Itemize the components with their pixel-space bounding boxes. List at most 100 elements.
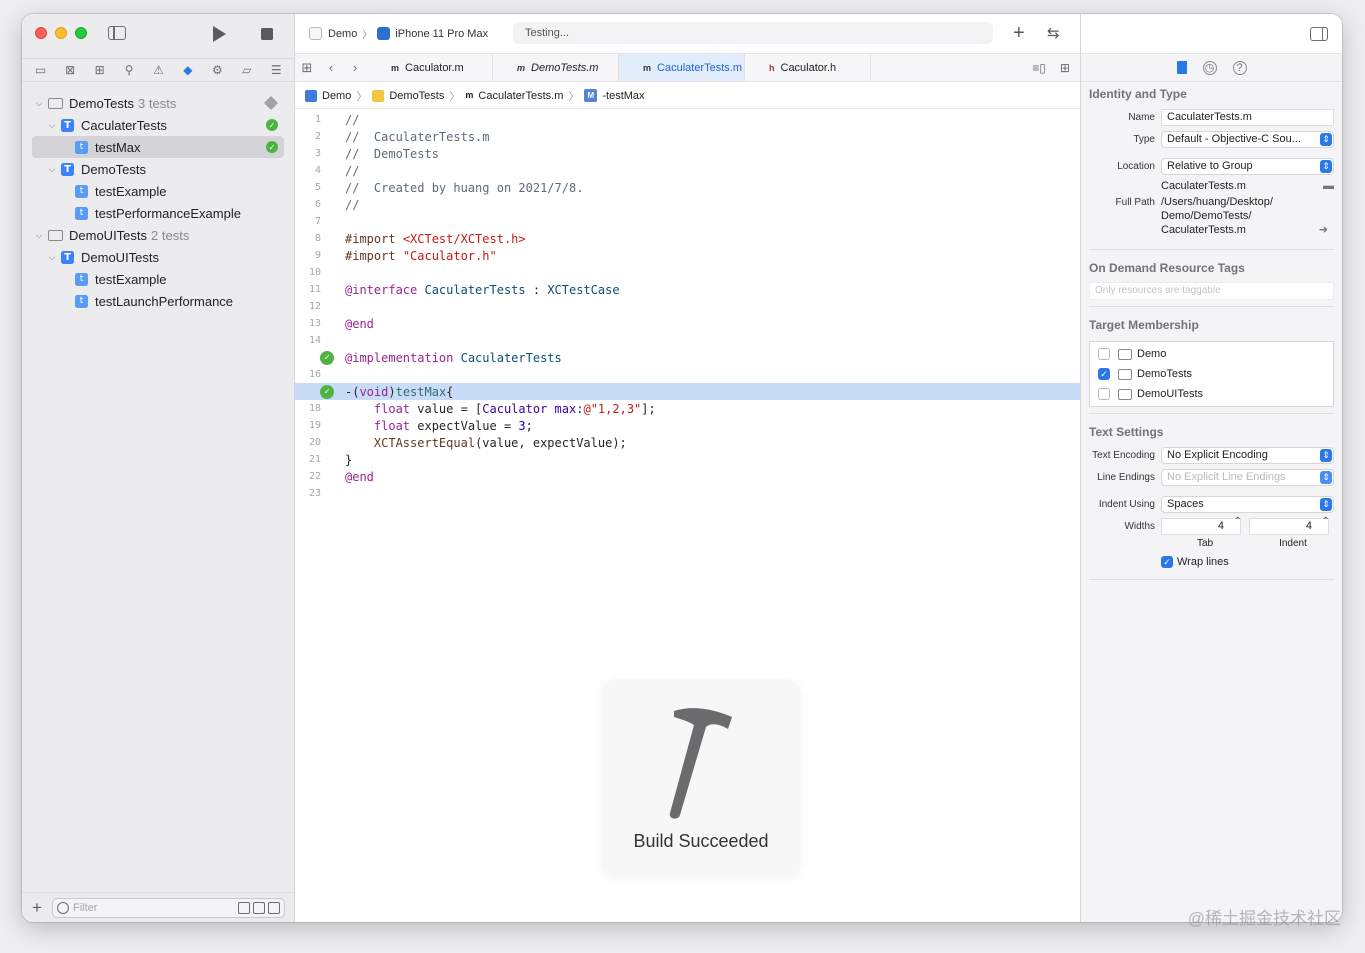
odr-section-title: On Demand Resource Tags bbox=[1089, 261, 1245, 275]
location-popup[interactable]: Relative to Group bbox=[1161, 157, 1334, 175]
code-line[interactable]: 17✓-(void)testMax{ bbox=[295, 383, 1080, 400]
project-navigator-icon[interactable]: ▭ bbox=[31, 60, 51, 80]
test-tree-row[interactable]: ⌵ T DemoUITests bbox=[32, 246, 284, 268]
test-tree-row[interactable]: ⌵ DemoUITests 2 tests bbox=[32, 224, 284, 246]
inspector-toggle-icon[interactable] bbox=[1310, 27, 1328, 41]
jump-project[interactable]: Demo bbox=[322, 90, 351, 102]
back-chevron-icon[interactable]: ‹ bbox=[319, 54, 343, 81]
test-tree-row[interactable]: t testPerformanceExample bbox=[32, 202, 284, 224]
stop-button[interactable] bbox=[261, 28, 273, 40]
test-passed-icon[interactable]: ✓ bbox=[266, 119, 278, 131]
jump-symbol[interactable]: -testMax bbox=[602, 90, 644, 102]
file-inspector-icon[interactable] bbox=[1176, 61, 1187, 74]
run-tests-diamond-icon[interactable] bbox=[263, 95, 279, 111]
indent-popup[interactable]: Spaces bbox=[1161, 495, 1334, 513]
test-passed-gutter-icon[interactable]: ✓ bbox=[320, 350, 334, 365]
sidebar-toggle-icon[interactable] bbox=[108, 26, 126, 40]
debug-navigator-icon[interactable]: ⚙ bbox=[207, 60, 227, 80]
forward-chevron-icon[interactable]: › bbox=[343, 54, 367, 81]
jump-group[interactable]: DemoTests bbox=[389, 90, 444, 102]
editor-options-icon[interactable]: ≡▯ bbox=[1032, 61, 1046, 75]
code-line[interactable]: 13 @end bbox=[295, 315, 1080, 332]
code-line[interactable]: 16 bbox=[295, 366, 1080, 383]
code-line[interactable]: 5 // Created by huang on 2021/7/8. bbox=[295, 179, 1080, 196]
zoom-button[interactable] bbox=[75, 27, 87, 39]
reveal-arrow-icon[interactable]: ➜ bbox=[1319, 223, 1328, 237]
filter-skipped-icon[interactable] bbox=[268, 901, 280, 914]
add-icon[interactable]: + bbox=[32, 898, 46, 918]
test-passed-gutter-icon[interactable]: ✓ bbox=[320, 384, 334, 399]
code-line[interactable]: 9 #import "Caculator.h" bbox=[295, 247, 1080, 264]
code-line[interactable]: 21} bbox=[295, 451, 1080, 468]
code-line[interactable]: 23 bbox=[295, 485, 1080, 502]
test-tree-row[interactable]: t testExample bbox=[32, 180, 284, 202]
issue-navigator-icon[interactable]: ⚠ bbox=[148, 60, 168, 80]
jump-file[interactable]: CaculaterTests.m bbox=[478, 90, 563, 102]
filter-field[interactable]: Filter bbox=[52, 897, 285, 918]
filter-failed-icon[interactable] bbox=[253, 901, 265, 914]
code-line[interactable]: 6 // bbox=[295, 196, 1080, 213]
test-tree-row[interactable]: ⌵ DemoTests 3 tests bbox=[32, 92, 284, 114]
code-line[interactable]: 7 bbox=[295, 213, 1080, 230]
test-navigator-icon[interactable]: ◆ bbox=[178, 60, 198, 80]
source-control-icon[interactable]: ⊠ bbox=[60, 60, 80, 80]
grid-icon[interactable]: ⊞ bbox=[295, 54, 319, 81]
name-field[interactable]: CaculaterTests.m bbox=[1161, 108, 1334, 126]
library-plus-icon[interactable]: + bbox=[1013, 22, 1025, 45]
code-line[interactable]: 18 float value = [Caculator max:@"1,2,3"… bbox=[295, 400, 1080, 417]
indent-width-stepper[interactable]: 4 bbox=[1249, 516, 1330, 535]
code-line[interactable]: 22 @end bbox=[295, 468, 1080, 485]
test-tree-row[interactable]: t testMax ✓ bbox=[32, 136, 284, 158]
test-tree-row[interactable]: ⌵ T CaculaterTests ✓ bbox=[32, 114, 284, 136]
history-inspector-icon[interactable]: ◷ bbox=[1202, 60, 1217, 75]
disclosure-chevron-icon[interactable]: ⌵ bbox=[34, 230, 44, 241]
test-tree-row[interactable]: ⌵ T DemoTests bbox=[32, 158, 284, 180]
code-line[interactable]: 11 @interface CaculaterTests : XCTestCase bbox=[295, 281, 1080, 298]
test-tree-row[interactable]: t testLaunchPerformance bbox=[32, 290, 284, 312]
folder-icon[interactable]: ▬ bbox=[1323, 180, 1334, 192]
endings-popup[interactable]: No Explicit Line Endings bbox=[1161, 468, 1334, 486]
disclosure-chevron-icon[interactable]: ⌵ bbox=[34, 98, 44, 109]
code-line[interactable]: 10 bbox=[295, 264, 1080, 281]
code-line[interactable]: 20 XCTAssertEqual(value, expectValue); bbox=[295, 434, 1080, 451]
wrap-lines-checkbox[interactable]: ✓ bbox=[1161, 556, 1173, 568]
disclosure-chevron-icon[interactable]: ⌵ bbox=[47, 252, 57, 263]
editor-tab[interactable]: m Caculator.m bbox=[367, 54, 493, 81]
report-navigator-icon[interactable]: ☰ bbox=[266, 60, 286, 80]
encoding-popup[interactable]: No Explicit Encoding bbox=[1161, 446, 1334, 464]
editor-tab[interactable]: m CaculaterTests.m bbox=[619, 54, 745, 81]
close-button[interactable] bbox=[35, 27, 47, 39]
code-line[interactable]: 8 #import <XCTest/XCTest.h> bbox=[295, 230, 1080, 247]
help-inspector-icon[interactable]: ? bbox=[1232, 60, 1247, 75]
code-review-icon[interactable]: ⇆ bbox=[1047, 24, 1060, 42]
target-checkbox[interactable] bbox=[1098, 348, 1110, 360]
code-text: @interface CaculaterTests : XCTestCase bbox=[345, 282, 620, 297]
odr-tags-field[interactable]: Only resources are taggable bbox=[1089, 282, 1334, 300]
minimize-button[interactable] bbox=[55, 27, 67, 39]
filter-recent-icon[interactable] bbox=[238, 901, 250, 914]
symbol-navigator-icon[interactable]: ⊞ bbox=[90, 60, 110, 80]
code-line[interactable]: 2 // CaculaterTests.m bbox=[295, 128, 1080, 145]
find-navigator-icon[interactable]: ⚲ bbox=[119, 60, 139, 80]
code-line[interactable]: 12 bbox=[295, 298, 1080, 315]
code-line[interactable]: 15✓@implementation CaculaterTests bbox=[295, 349, 1080, 366]
code-line[interactable]: 1 // bbox=[295, 111, 1080, 128]
editor-tab[interactable]: m DemoTests.m bbox=[493, 54, 619, 81]
test-passed-icon[interactable]: ✓ bbox=[266, 141, 278, 153]
target-checkbox[interactable]: ✓ bbox=[1098, 368, 1110, 380]
test-tree-row[interactable]: t testExample bbox=[32, 268, 284, 290]
type-popup[interactable]: Default - Objective-C Sou... bbox=[1161, 130, 1334, 148]
editor-tab[interactable]: h Caculator.h bbox=[745, 54, 871, 81]
disclosure-chevron-icon[interactable]: ⌵ bbox=[47, 164, 57, 175]
add-editor-icon[interactable]: ⊞ bbox=[1060, 61, 1070, 75]
code-line[interactable]: 14 bbox=[295, 332, 1080, 349]
code-line[interactable]: 4 // bbox=[295, 162, 1080, 179]
scheme-selector[interactable]: Demo 〉 iPhone 11 Pro Max bbox=[309, 26, 488, 41]
breakpoint-navigator-icon[interactable]: ▱ bbox=[237, 60, 257, 80]
disclosure-chevron-icon[interactable]: ⌵ bbox=[47, 120, 57, 131]
code-line[interactable]: 19 float expectValue = 3; bbox=[295, 417, 1080, 434]
run-button[interactable] bbox=[213, 26, 226, 42]
code-line[interactable]: 3 // DemoTests bbox=[295, 145, 1080, 162]
tab-width-stepper[interactable]: 4 bbox=[1161, 516, 1242, 535]
target-checkbox[interactable] bbox=[1098, 388, 1110, 400]
